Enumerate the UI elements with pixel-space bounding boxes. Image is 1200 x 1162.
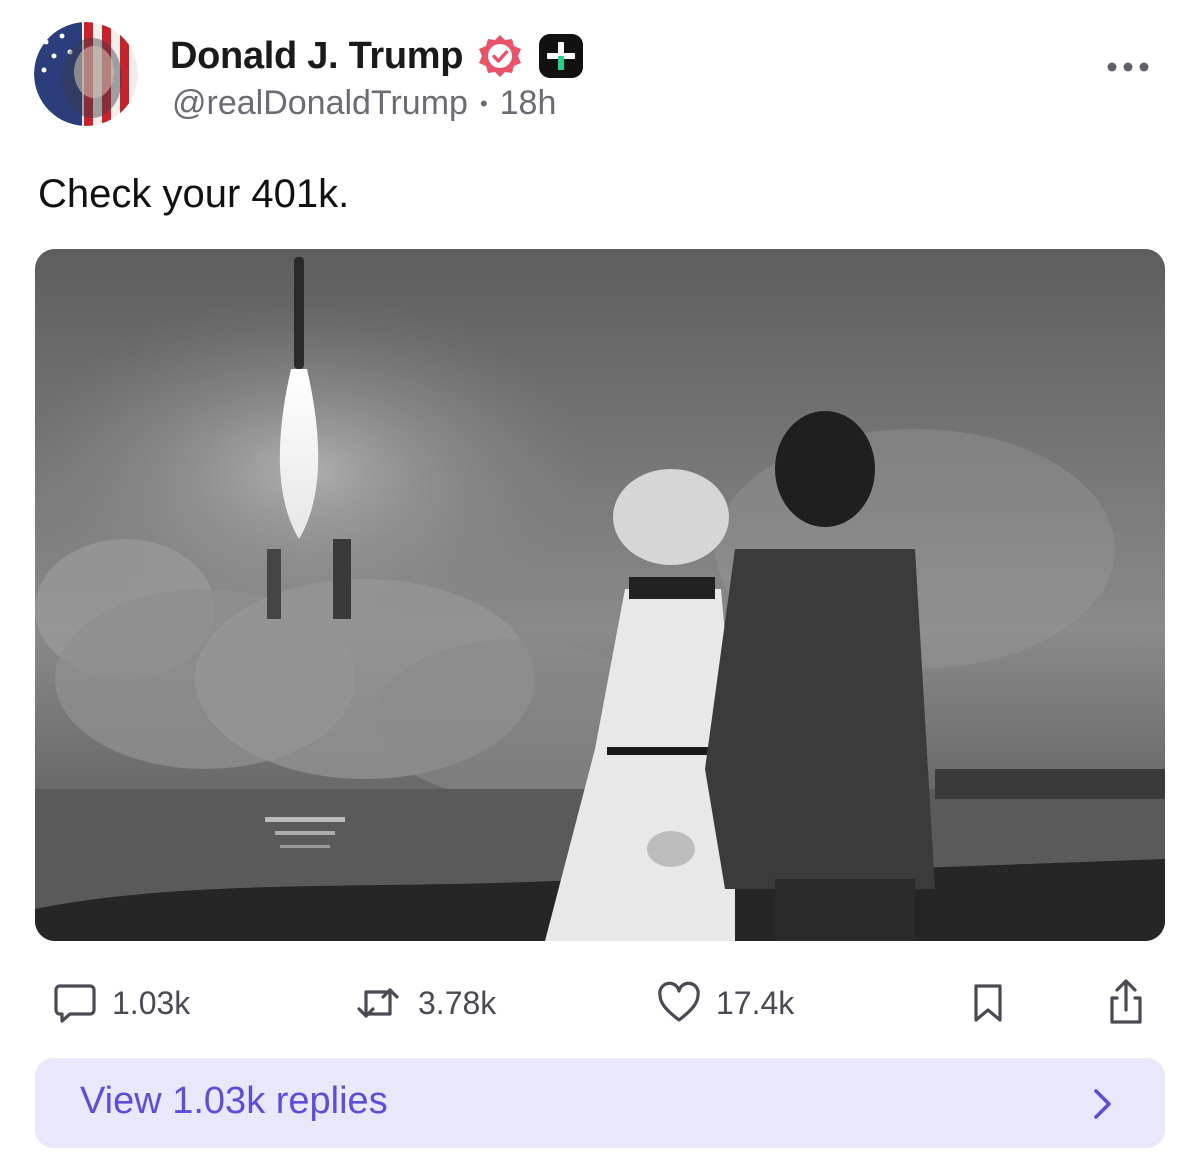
chevron-right-icon — [1094, 1089, 1111, 1119]
post-time: 18h — [499, 84, 557, 122]
bookmark-icon — [974, 984, 1002, 1022]
author-display-name[interactable]: Donald J. Trump — [170, 35, 464, 78]
bookmark-button[interactable] — [966, 968, 1010, 1038]
like-button[interactable]: 17.4k — [656, 968, 794, 1038]
more-icon — [1107, 62, 1149, 72]
reply-count: 1.03k — [112, 984, 191, 1021]
view-replies-label: View 1.03k replies — [80, 1080, 388, 1122]
view-replies-button[interactable]: View 1.03k replies — [35, 1058, 1165, 1148]
share-icon — [1110, 979, 1142, 1024]
reply-button[interactable]: 1.03k — [52, 968, 190, 1038]
author-meta: @realDonaldTrump • 18h — [172, 84, 556, 123]
like-icon — [658, 981, 700, 1022]
share-button[interactable] — [1102, 968, 1150, 1038]
verified-icon — [477, 33, 523, 79]
author-name-row: Donald J. Trump — [170, 28, 585, 84]
post-image[interactable] — [35, 249, 1165, 941]
repost-icon — [357, 988, 399, 1018]
author-handle[interactable]: @realDonaldTrump — [172, 84, 468, 123]
reply-icon — [54, 984, 96, 1023]
avatar[interactable] — [34, 22, 138, 126]
repost-count: 3.78k — [418, 984, 497, 1021]
action-bar: 1.03k 3.78k 17.4k — [0, 968, 1200, 1038]
meta-separator: • — [479, 90, 488, 116]
more-button[interactable] — [1104, 52, 1152, 82]
plus-badge-icon — [537, 32, 585, 80]
post-header: Donald J. Trump @realDonaldTrump • 18h — [0, 0, 1200, 140]
post-text: Check your 401k. — [38, 172, 350, 216]
repost-button[interactable]: 3.78k — [352, 968, 496, 1038]
like-count: 17.4k — [716, 984, 795, 1021]
